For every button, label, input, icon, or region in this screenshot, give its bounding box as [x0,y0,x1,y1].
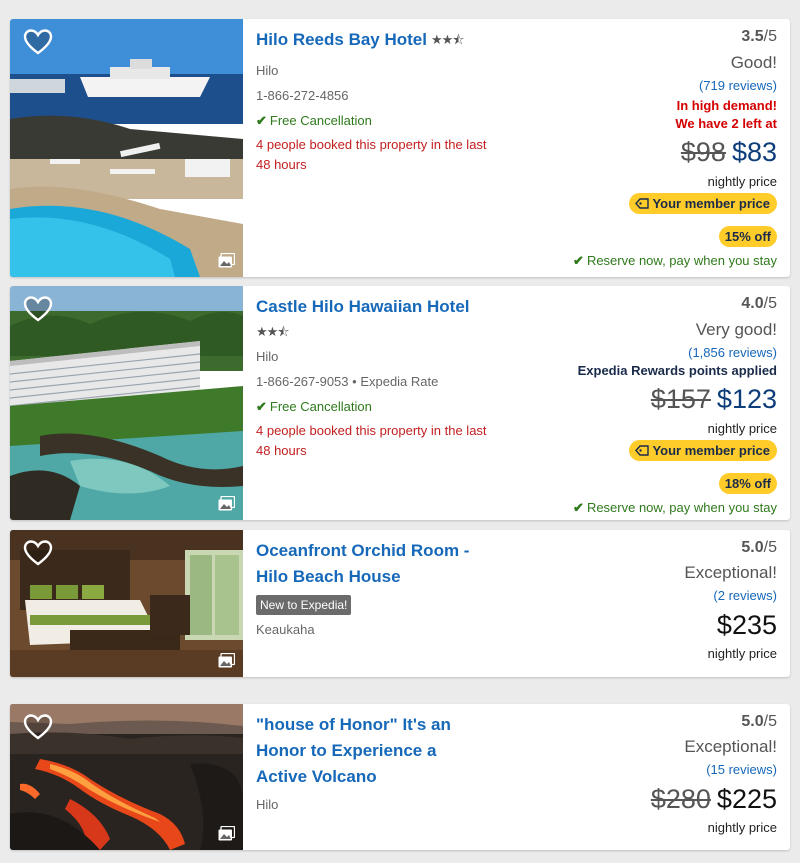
rating-max: /5 [763,28,777,45]
price-column: 3.5/5 Good! (719 reviews) In high demand… [477,27,777,269]
price: $280 $225 [477,782,777,816]
new-badge: New to Expedia! [256,595,352,615]
hotel-card[interactable]: "house of Honor" It's an Honor to Experie… [10,704,790,850]
hotel-photo[interactable] [10,286,243,520]
heart-outline-icon[interactable] [23,28,53,56]
nightly-label: nightly price [707,174,777,189]
cancellation-text: Free Cancellation [269,113,372,128]
heart-outline-icon[interactable] [23,295,53,323]
phone-number[interactable]: 1-866-272-4856 [256,88,349,103]
guest-rating: 4.0/5 [477,294,777,314]
current-price: $225 [716,784,777,814]
member-price-text: Your member price [652,196,770,211]
nightly-label: nightly price [707,421,777,436]
cancellation-text: Free Cancellation [269,399,372,414]
reserve-text: Reserve now, pay when you stay [586,253,777,268]
rating-text: Exceptional! [684,563,777,582]
hotel-card[interactable]: Oceanfront Orchid Room - Hilo Beach House… [10,530,790,677]
old-price: $98 [680,137,726,167]
reviews-link[interactable]: (2 reviews) [477,588,777,604]
check-icon: ✔ [573,500,584,515]
check-icon: ✔ [256,113,267,128]
reserve-note: ✔ Reserve now, pay when you stay [477,253,777,269]
nightly-label: nightly price [707,820,777,835]
heart-outline-icon[interactable] [23,539,53,567]
member-price-text: Your member price [652,443,770,458]
rating-value: 4.0 [741,295,764,312]
price-tag-icon [635,445,650,456]
current-price: $123 [716,384,777,414]
price-column: 5.0/5 Exceptional! (15 reviews) $280 $225… [477,712,777,836]
rating-text: Good! [730,53,777,72]
nightly-label: nightly price [707,646,777,661]
gallery-icon[interactable] [218,253,235,268]
booking-notice: 4 people booked this property in the las… [256,423,487,458]
discount-badge: 18% off [718,473,777,494]
rooms-left-alert: We have 2 left at [675,116,777,131]
hotel-photo[interactable] [10,530,243,677]
member-price-badge: Your member price [629,440,777,461]
rating-value: 5.0 [741,539,764,556]
current-price: $83 [731,137,777,167]
rating-max: /5 [763,539,777,556]
guest-rating: 5.0/5 [477,712,777,732]
hotel-name-text[interactable]: Hilo Reeds Bay Hotel [256,30,427,49]
rating-text: Exceptional! [684,737,777,756]
price: $235 [477,608,777,642]
price: $98 $83 [477,135,777,169]
heart-outline-icon[interactable] [23,713,53,741]
old-price: $157 [650,384,711,414]
reserve-note: ✔ Reserve now, pay when you stay [477,500,777,516]
reviews-link[interactable]: (1,856 reviews) [477,345,777,361]
hotel-card[interactable]: Castle Hilo Hawaiian Hotel ★★⯪ Hilo 1-86… [10,286,790,520]
booking-notice: 4 people booked this property in the las… [256,137,487,172]
guest-rating: 5.0/5 [477,538,777,558]
price-column: 5.0/5 Exceptional! (2 reviews) $235 nigh… [477,538,777,662]
gallery-icon[interactable] [218,826,235,841]
reserve-text: Reserve now, pay when you stay [586,500,777,515]
price-column: 4.0/5 Very good! (1,856 reviews) Expedia… [477,294,777,516]
gallery-icon[interactable] [218,653,235,668]
hotel-photo[interactable] [10,704,243,850]
reviews-link[interactable]: (719 reviews) [477,78,777,94]
rate-note: Expedia Rate [360,374,439,389]
price: $157 $123 [477,382,777,416]
old-price: $280 [650,784,711,814]
rating-value: 3.5 [741,28,764,45]
check-icon: ✔ [256,399,267,414]
rewards-note: Expedia Rewards points applied [577,363,777,378]
member-price-badge: Your member price [629,193,777,214]
hotel-card[interactable]: Hilo Reeds Bay Hotel ★★⯪ Hilo 1-866-272-4… [10,19,790,277]
discount-badge: 15% off [718,226,777,247]
star-rating: ★★⯪ [431,32,465,47]
rating-text: Very good! [695,320,777,339]
reviews-link[interactable]: (15 reviews) [477,762,777,778]
check-icon: ✔ [573,253,584,268]
phone-number[interactable]: 1-866-267-9053 [256,374,349,389]
rating-max: /5 [763,713,777,730]
price-tag-icon [635,198,650,209]
hotel-photo[interactable] [10,19,243,277]
guest-rating: 3.5/5 [477,27,777,47]
current-price: $235 [716,610,777,640]
pool-ocean-photo [10,19,243,277]
rating-value: 5.0 [741,713,764,730]
rating-max: /5 [763,295,777,312]
demand-alert: In high demand! [676,98,777,113]
gallery-icon[interactable] [218,496,235,511]
